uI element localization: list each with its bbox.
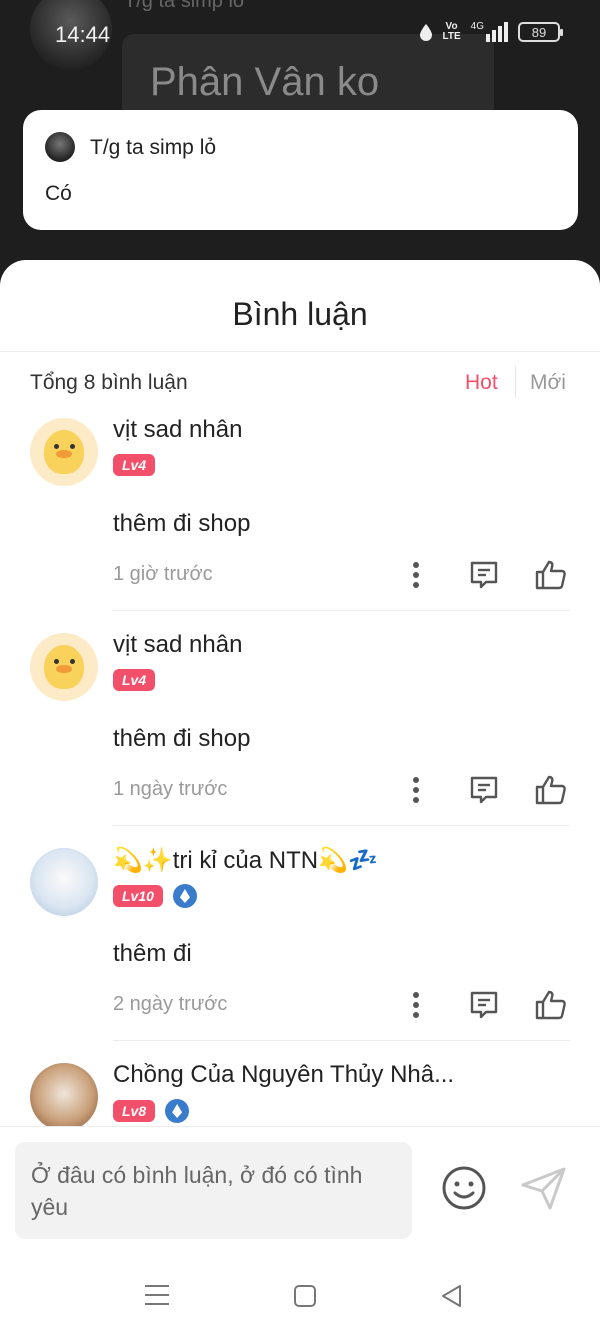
comment-time: 1 giờ trước [113, 563, 213, 585]
comment-count: Tổng 8 bình luận [30, 371, 188, 394]
badges: Lv10 [113, 884, 197, 908]
volte-icon: Vo LTE [442, 21, 461, 42]
comment-time: 1 ngày trước [113, 778, 228, 800]
notification-card[interactable]: T/g ta simp lỏ Có [23, 110, 578, 230]
anime-avatar[interactable] [30, 1063, 98, 1126]
comment-list[interactable]: vịt sad nhân Lv4 thêm đi shop 1 giờ trướ… [0, 410, 600, 1126]
more-options-icon[interactable] [399, 558, 433, 592]
vip-badge-icon [172, 884, 197, 908]
comment-author[interactable]: vịt sad nhân [113, 631, 242, 659]
divider [113, 1040, 570, 1041]
divider [0, 1126, 600, 1127]
comment-text: thêm đi [113, 940, 192, 967]
signal-icon [486, 22, 508, 42]
comment-item: 💫✨tri kỉ của NTN💫💤 Lv10 thêm đi 2 ngày t… [0, 840, 600, 1055]
network-type: 4G [470, 20, 484, 32]
comment-time: 2 ngày trước [113, 993, 228, 1015]
home-icon[interactable] [293, 1284, 317, 1308]
comment-author[interactable]: vịt sad nhân [113, 416, 242, 444]
back-icon[interactable] [440, 1284, 464, 1308]
level-badge: Lv4 [113, 454, 156, 476]
like-icon[interactable] [534, 773, 568, 807]
duck-avatar[interactable] [30, 633, 98, 701]
badges: Lv8 [113, 1099, 190, 1123]
comment-author[interactable]: Chồng Của Nguyên Thủy Nhâ... [113, 1061, 454, 1089]
comment-item: Chồng Của Nguyên Thủy Nhâ... Lv8 [0, 1055, 600, 1126]
badges: Lv4 [113, 669, 156, 691]
notification-avatar [45, 132, 75, 162]
divider [113, 610, 570, 611]
menu-icon[interactable] [144, 1284, 170, 1306]
sort-hot-tab[interactable]: Hot [465, 371, 498, 395]
comment-input[interactable]: Ở đâu có bình luận, ở đó có tình yêu [15, 1142, 412, 1239]
emoji-icon[interactable] [441, 1165, 487, 1211]
reply-icon[interactable] [467, 773, 501, 807]
comment-text: thêm đi shop [113, 510, 251, 537]
status-icons: Vo LTE 4G 89 [419, 20, 563, 42]
comment-text: thêm đi shop [113, 725, 251, 752]
status-time: 14:44 [55, 22, 111, 47]
comment-item: vịt sad nhân Lv4 thêm đi shop 1 ngày trư… [0, 625, 600, 840]
comment-item: vịt sad nhân Lv4 thêm đi shop 1 giờ trướ… [0, 410, 600, 625]
vip-badge-icon [165, 1099, 190, 1123]
sheet-title: Bình luận [232, 296, 368, 332]
anime-avatar[interactable] [30, 848, 98, 916]
badges: Lv4 [113, 454, 156, 476]
level-badge: Lv10 [113, 885, 163, 907]
more-options-icon[interactable] [399, 773, 433, 807]
notification-body: Có [45, 182, 72, 205]
send-icon[interactable] [520, 1165, 568, 1211]
chat-sender-name: T/g ta simp lỏ [124, 0, 245, 12]
sort-new-tab[interactable]: Mới [530, 371, 566, 395]
comment-author[interactable]: 💫✨tri kỉ của NTN💫💤 [113, 846, 378, 875]
chat-message: Phân Vân ko [150, 60, 380, 104]
battery-icon: 89 [518, 22, 563, 42]
duck-avatar[interactable] [30, 418, 98, 486]
comments-sheet: Bình luận Tổng 8 bình luận Hot Mới vịt s… [0, 260, 600, 1337]
notification-title: T/g ta simp lỏ [90, 136, 217, 159]
divider [113, 825, 570, 826]
like-icon[interactable] [534, 558, 568, 592]
level-badge: Lv8 [113, 1100, 156, 1122]
like-icon[interactable] [534, 988, 568, 1022]
level-badge: Lv4 [113, 669, 156, 691]
reply-icon[interactable] [467, 988, 501, 1022]
water-drop-icon [419, 24, 432, 41]
comment-input-placeholder: Ở đâu có bình luận, ở đó có tình yêu [31, 1162, 363, 1220]
divider [0, 351, 600, 352]
more-options-icon[interactable] [399, 988, 433, 1022]
sort-separator [515, 366, 516, 398]
reply-icon[interactable] [467, 558, 501, 592]
